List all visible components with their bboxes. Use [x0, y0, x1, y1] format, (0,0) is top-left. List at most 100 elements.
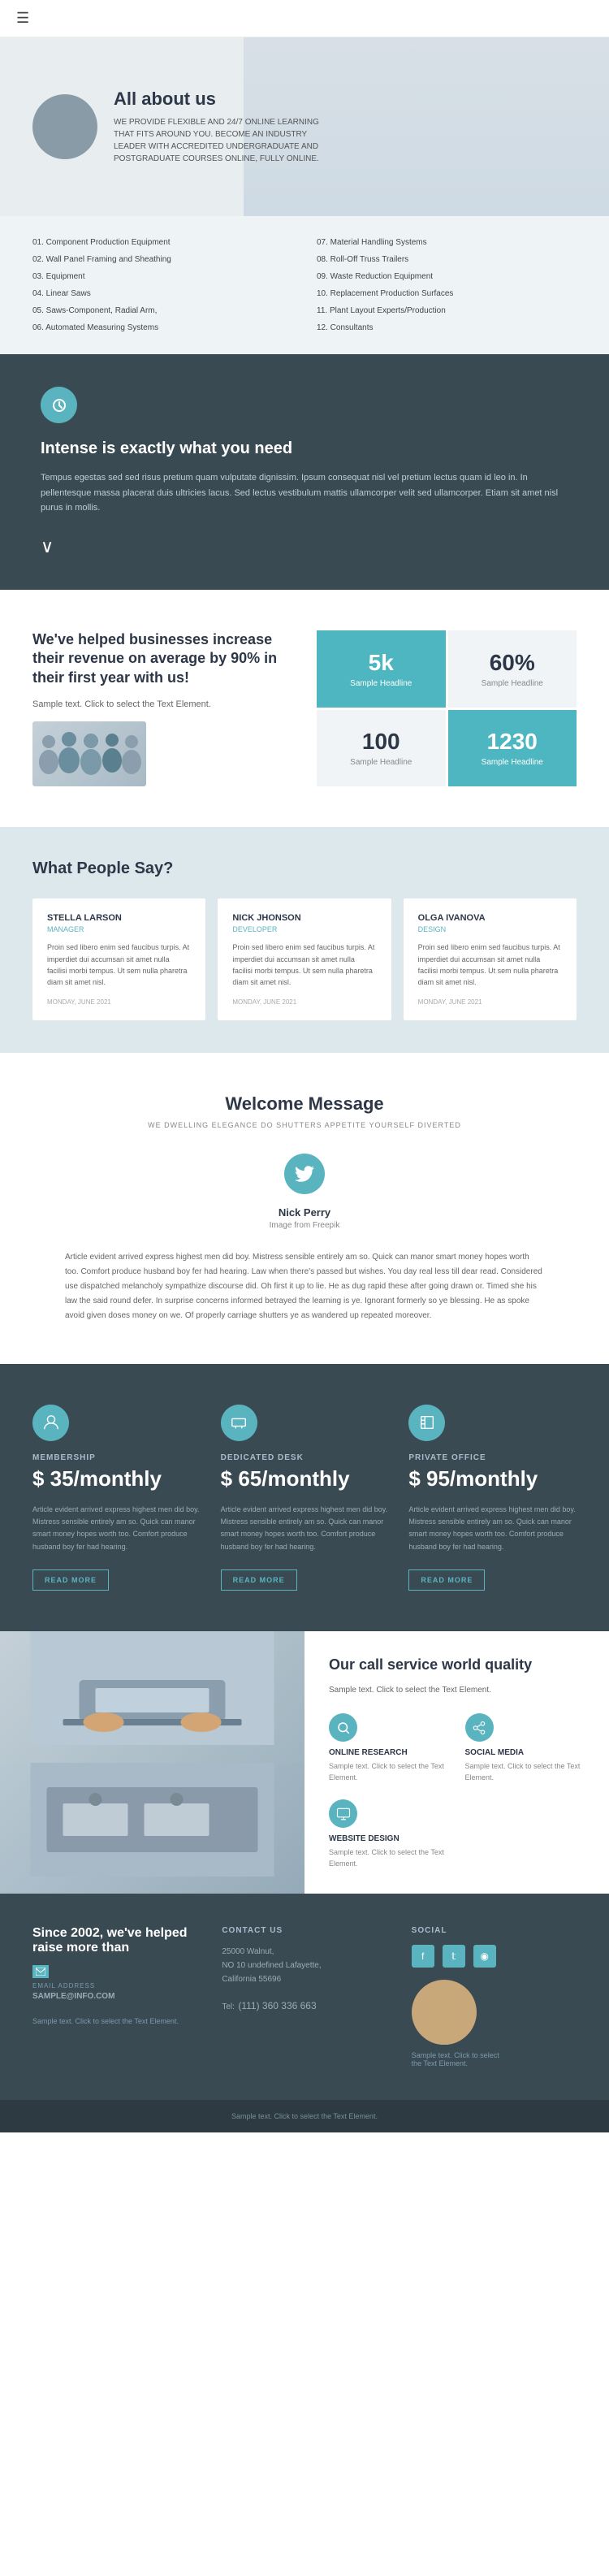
stat-box: 100 Sample Headline — [317, 710, 446, 787]
email-icon — [32, 1965, 49, 1978]
stat-box: 1230Sample Headline — [448, 710, 577, 787]
feature-item: 04. Linear Saws — [32, 288, 292, 300]
dark-section: Intense is exactly what you need Tempus … — [0, 354, 609, 590]
services-main-text: Sample text. Click to select the Text El… — [329, 1684, 585, 1697]
testimonial-text: Proin sed libero enim sed faucibus turpi… — [418, 942, 562, 989]
stat-label: Sample Headline — [482, 679, 543, 688]
pricing-price: $ 65/monthly — [221, 1466, 389, 1491]
footer-col-2: CONTACT US 25000 Walnut, NO 10 undefined… — [222, 1926, 387, 2067]
footer-email[interactable]: SAMPLE@INFO.COM — [32, 1992, 197, 2001]
facebook-icon[interactable]: f — [412, 1945, 434, 1968]
service-item: WEBSITE DESIGN Sample text. Click to sel… — [329, 1799, 449, 1869]
feature-item: 10. Replacement Production Surfaces — [317, 288, 577, 300]
hamburger-menu[interactable]: ☰ — [16, 10, 29, 27]
hero-title: All about us — [114, 89, 341, 110]
instagram-icon[interactable]: ◉ — [473, 1945, 496, 1968]
stats-section: We've helped businesses increase their r… — [0, 590, 609, 827]
pricing-label: MEMBERSHIP — [32, 1453, 201, 1462]
service-item-text: Sample text. Click to select the Text El… — [329, 1847, 449, 1869]
stats-headline: We've helped businesses increase their r… — [32, 630, 292, 687]
service-item-title: ONLINE RESEARCH — [329, 1748, 449, 1757]
pricing-label: DEDICATED DESK — [221, 1453, 389, 1462]
hero-section: All about us WE PROVIDE FLEXIBLE AND 24/… — [0, 37, 609, 216]
contact-title: CONTACT US — [222, 1926, 387, 1935]
feature-item: 05. Saws-Component, Radial Arm, — [32, 305, 292, 317]
stat-number: 5k — [369, 650, 394, 676]
service-item-title: SOCIAL MEDIA — [465, 1748, 585, 1757]
avatar — [32, 94, 97, 159]
pricing-text: Article evident arrived express highest … — [408, 1504, 577, 1553]
testimonials-grid: STELLA LARSON MANAGER Proin sed libero e… — [32, 898, 577, 1020]
stat-label: Sample Headline — [482, 758, 543, 767]
testimonial-role: MANAGER — [47, 925, 191, 933]
pricing-price: $ 95/monthly — [408, 1466, 577, 1491]
testimonial-date: MONDAY, JUNE 2021 — [232, 998, 376, 1006]
feature-item: 12. Consultants — [317, 322, 577, 334]
service-item-icon — [329, 1713, 357, 1742]
feature-item: 01. Component Production Equipment — [32, 236, 292, 249]
testimonial-date: MONDAY, JUNE 2021 — [47, 998, 191, 1006]
stat-label: Sample Headline — [350, 679, 412, 688]
read-more-button[interactable]: READ MORE — [408, 1569, 485, 1591]
read-more-button[interactable]: READ MORE — [221, 1569, 297, 1591]
stat-number: 60% — [490, 650, 535, 676]
stats-left: We've helped businesses increase their r… — [32, 630, 317, 786]
dark-icon — [41, 387, 77, 423]
feature-item: 11. Plant Layout Experts/Production — [317, 305, 577, 317]
service-item-icon — [465, 1713, 494, 1742]
testimonial-role: DEVELOPER — [232, 925, 376, 933]
footer-raise-title: Since 2002, we've helped raise more than — [32, 1926, 197, 1955]
navigation: ☰ — [0, 0, 609, 37]
service-item-text: Sample text. Click to select the Text El… — [329, 1761, 449, 1783]
footer-phone-row: Tel: (111) 360 336 663 — [222, 1998, 387, 2014]
pricing-card: MEMBERSHIP $ 35/monthly Article evident … — [32, 1405, 201, 1591]
footer-address: 25000 Walnut, NO 10 undefined Lafayette,… — [222, 1945, 387, 1986]
service-image-2 — [0, 1763, 304, 1894]
footer-col-3: SOCIAL f 𝕥 ◉ Sample text. Click to selec… — [412, 1926, 577, 2067]
testimonial-date: MONDAY, JUNE 2021 — [418, 998, 562, 1006]
read-more-button[interactable]: READ MORE — [32, 1569, 109, 1591]
dark-title: Intense is exactly what you need — [41, 439, 568, 458]
footer-col3-text: Sample text. Click to selectthe Text Ele… — [412, 2051, 577, 2067]
footer-section: Since 2002, we've helped raise more than… — [0, 1894, 609, 2100]
service-image-1 — [0, 1631, 304, 1763]
features-grid: 01. Component Production Equipment07. Ma… — [32, 236, 577, 334]
pricing-icon — [32, 1405, 69, 1441]
pricing-grid: MEMBERSHIP $ 35/monthly Article evident … — [32, 1405, 577, 1591]
stat-number: 100 — [362, 729, 400, 755]
scroll-down-arrow[interactable]: ∨ — [41, 536, 568, 557]
hero-content: All about us WE PROVIDE FLEXIBLE AND 24/… — [114, 89, 341, 165]
pricing-card: PRIVATE OFFICE $ 95/monthly Article evid… — [408, 1405, 577, 1591]
services-images — [0, 1631, 304, 1894]
testimonial-role: DESIGN — [418, 925, 562, 933]
testimonials-section: What People Say? STELLA LARSON MANAGER P… — [0, 827, 609, 1053]
services-section: Our call service world quality Sample te… — [0, 1631, 609, 1894]
services-items: ONLINE RESEARCH Sample text. Click to se… — [329, 1713, 585, 1869]
service-item: SOCIAL MEDIA Sample text. Click to selec… — [465, 1713, 585, 1783]
pricing-card: DEDICATED DESK $ 65/monthly Article evid… — [221, 1405, 389, 1591]
pricing-label: PRIVATE OFFICE — [408, 1453, 577, 1462]
feature-item: 06. Automated Measuring Systems — [32, 322, 292, 334]
service-item-text: Sample text. Click to select the Text El… — [465, 1761, 585, 1783]
welcome-author-name: Nick Perry — [65, 1206, 544, 1219]
stat-label: Sample Headline — [350, 758, 412, 767]
features-section: 01. Component Production Equipment07. Ma… — [0, 216, 609, 354]
service-item-icon — [329, 1799, 357, 1828]
welcome-author-sub: Image from Freepik — [65, 1221, 544, 1230]
testimonials-title: What People Say? — [32, 859, 577, 878]
footer-bottom: Sample text. Click to select the Text El… — [0, 2100, 609, 2132]
twitter-icon — [284, 1154, 325, 1194]
service-item-title: WEBSITE DESIGN — [329, 1834, 449, 1843]
testimonial-card: STELLA LARSON MANAGER Proin sed libero e… — [32, 898, 205, 1020]
testimonial-name: NICK JHONSON — [232, 913, 376, 923]
team-photo — [32, 721, 146, 786]
pricing-icon — [221, 1405, 257, 1441]
welcome-section: Welcome Message WE DWELLING ELEGANCE DO … — [0, 1053, 609, 1364]
testimonial-name: OLGA IVANOVA — [418, 913, 562, 923]
welcome-subtitle: WE DWELLING ELEGANCE DO SHUTTERS APPETIT… — [65, 1121, 544, 1129]
footer-avatar — [412, 1980, 477, 2045]
services-content: Our call service world quality Sample te… — [304, 1631, 609, 1894]
twitter-social-icon[interactable]: 𝕥 — [443, 1945, 465, 1968]
tel-label: Tel: — [222, 2002, 235, 2011]
testimonial-text: Proin sed libero enim sed faucibus turpi… — [232, 942, 376, 989]
